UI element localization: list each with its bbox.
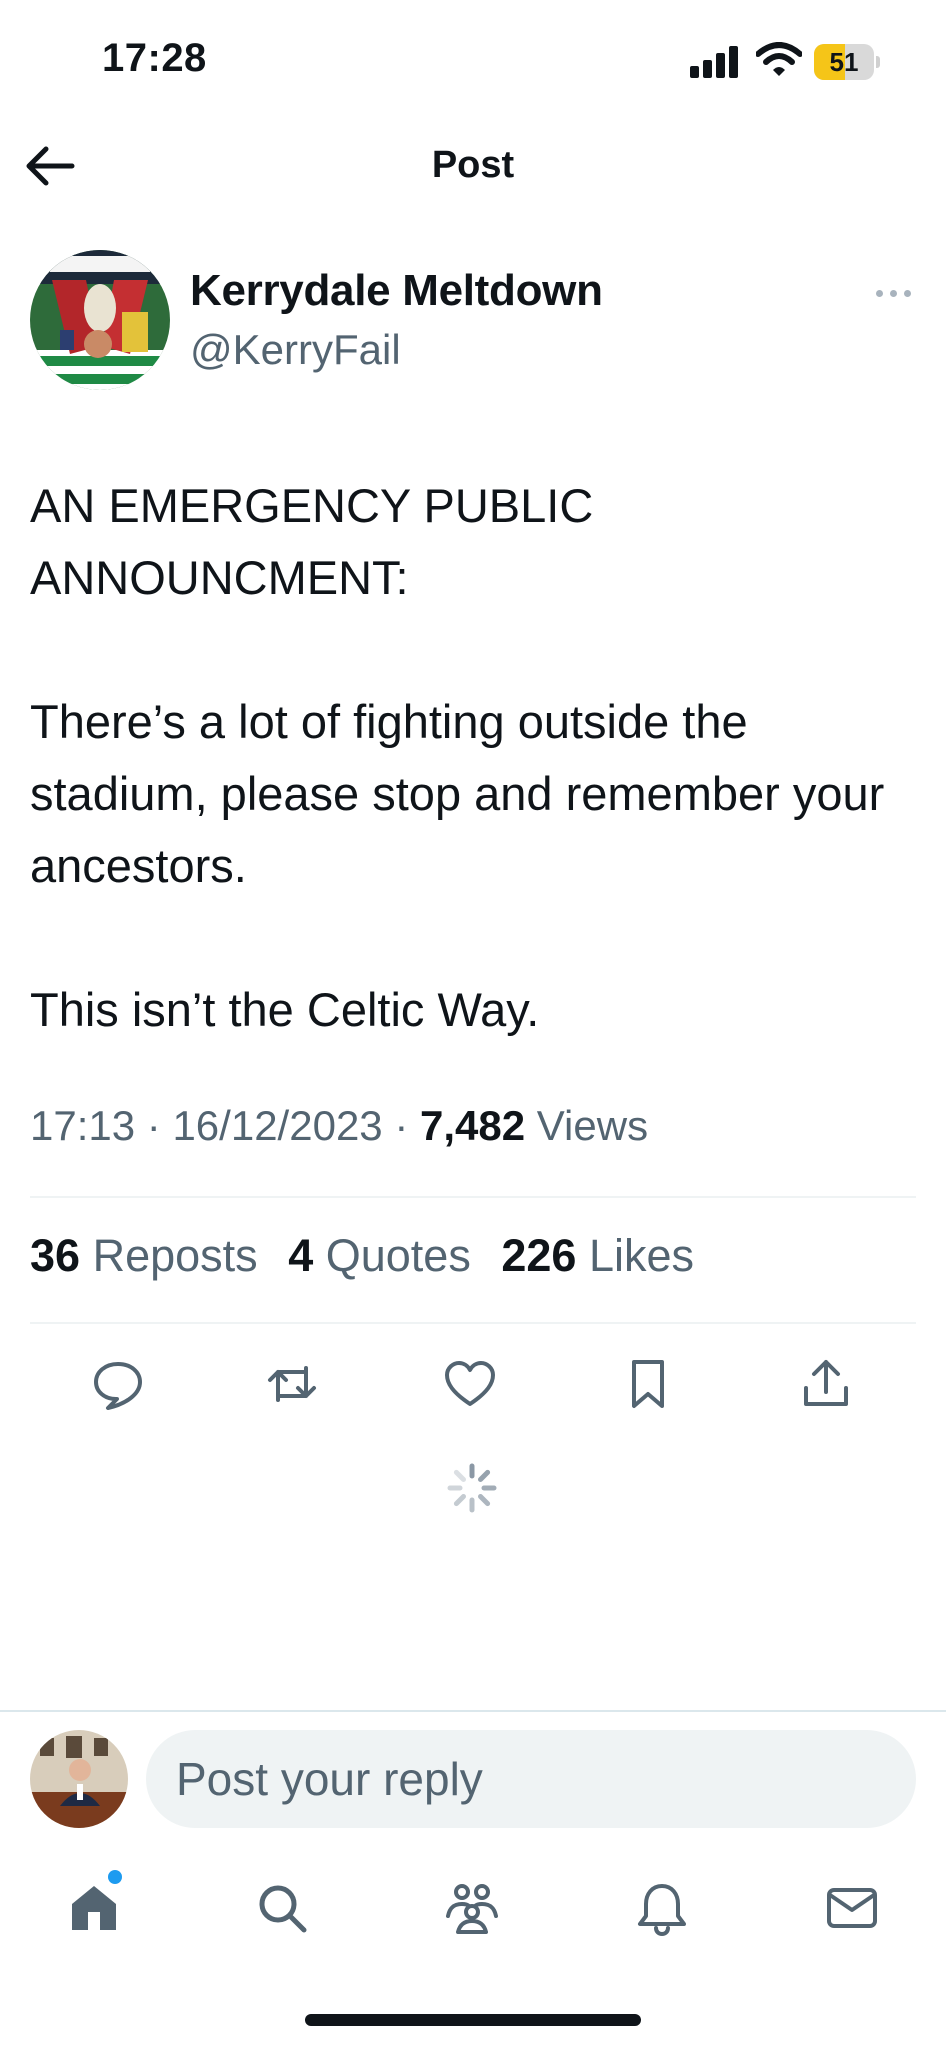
loading-spinner-icon [447,1463,497,1513]
reply-icon[interactable] [90,1356,146,1412]
quotes-label: Quotes [325,1230,471,1281]
post-meta: 17:13 · 16/12/2023 · 7,482 Views [30,1102,648,1150]
repost-icon[interactable] [264,1356,320,1412]
search-icon[interactable] [254,1880,310,1936]
likes-count: 226 [501,1230,577,1281]
post-time[interactable]: 17:13 [30,1102,135,1149]
status-time: 17:28 [102,36,207,80]
quotes-stat[interactable]: 4 Quotes [288,1230,471,1281]
likes-stat[interactable]: 226 Likes [501,1230,694,1281]
author-avatar[interactable] [30,250,170,390]
quotes-count: 4 [288,1230,314,1281]
battery-level: 51 [829,47,859,77]
divider [30,1322,916,1324]
page-title: Post [431,144,515,186]
engagement-stats: 36 Reposts 4 Quotes 226 Likes [30,1230,712,1282]
cellular-signal-icon [690,46,740,78]
share-icon[interactable] [798,1356,854,1412]
divider [30,1196,916,1198]
home-icon[interactable] [66,1880,122,1936]
reply-bar-divider [0,1710,946,1712]
meta-separator: · [146,1102,161,1149]
more-horizontal-icon[interactable] [872,282,916,304]
user-avatar-image [30,1730,128,1828]
likes-label: Likes [588,1230,695,1281]
reposts-stat[interactable]: 36 Reposts [30,1230,258,1281]
wifi-icon [756,42,802,76]
views-count: 7,482 [420,1102,526,1149]
views-label: Views [536,1102,649,1149]
post-date[interactable]: 16/12/2023 [172,1102,382,1149]
notifications-bell-icon[interactable] [634,1880,690,1936]
bookmark-icon[interactable] [620,1356,676,1412]
author-avatar-image [30,250,170,390]
reposts-count: 36 [30,1230,81,1281]
author-name[interactable]: Kerrydale Meltdown [190,266,603,316]
communities-icon[interactable] [444,1880,500,1936]
author-handle[interactable]: @KerryFail [190,326,401,374]
user-avatar[interactable] [30,1730,128,1828]
battery-icon: 51 [814,44,880,80]
messages-envelope-icon[interactable] [824,1880,880,1936]
home-notification-dot [108,1870,122,1884]
home-indicator [305,2014,641,2026]
arrow-left-icon[interactable] [24,144,76,188]
reply-input[interactable] [146,1730,916,1828]
post-body-text: AN EMERGENCY PUBLIC ANNOUNCMENT: There’s… [30,479,885,1036]
meta-separator: · [394,1102,409,1149]
reposts-label: Reposts [92,1230,258,1281]
like-heart-icon[interactable] [442,1356,498,1412]
